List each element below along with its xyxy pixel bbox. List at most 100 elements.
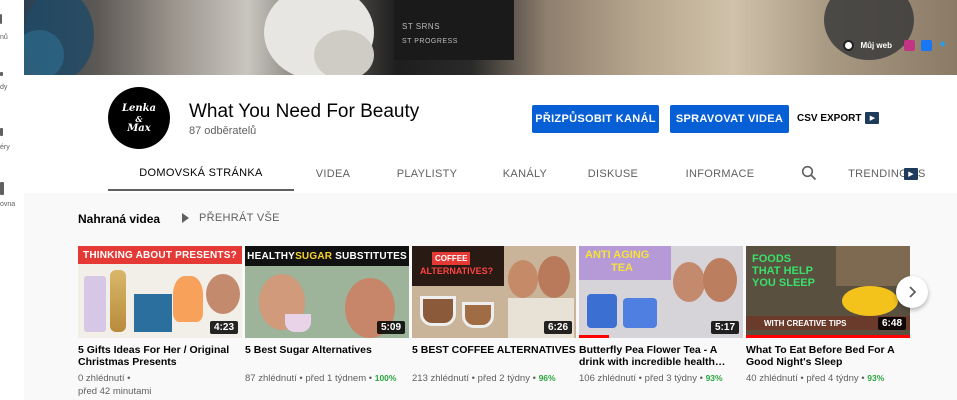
banner-product-text: ST SRNS [402,22,441,31]
banner-links: Můj web ✦ [843,40,949,51]
thumbnail-caption: WITH CREATIVE TIPS [764,319,847,328]
video-card[interactable]: FOODS THAT HELP YOU SLEEP WITH CREATIVE … [746,246,910,385]
thumbnail-caption: TEA [611,262,633,274]
history-icon [0,182,4,195]
thumbnail-object [173,276,203,322]
tab-home[interactable]: DOMOVSKÁ STRÁNKA [108,157,294,191]
tab-discussion[interactable]: DISKUSE [568,157,658,191]
tab-overflow[interactable]: S [918,157,928,191]
video-thumbnail[interactable]: THINKING ABOUT PRESENTS? 4:23 [78,246,242,338]
banner-seashell [314,30,374,75]
thumbnail-face [703,258,737,302]
banner-dark-object [824,0,914,60]
thumbnail-face [538,256,570,298]
video-meta: 0 zhlédnutí • před 42 minutami [78,373,152,397]
thumbnail-object [285,314,311,332]
like-percent: 100% [374,373,397,383]
manage-videos-button[interactable]: SPRAVOVAT VIDEA [670,105,789,133]
video-card[interactable]: COFFEE ALTERNATIVES? 6:26 5 BEST COFFEE … [412,246,576,385]
channel-header: Lenka & Max What You Need For Beauty 87 … [24,75,957,193]
watch-progress-bar [579,335,609,338]
twitter-icon[interactable]: ✦ [938,40,949,51]
thumbnail-caption: THINKING ABOUT PRESENTS? [78,246,242,264]
thumbnail-object [84,276,106,332]
search-icon[interactable] [801,165,817,181]
thumbnail-caption: THAT HELP [752,265,813,277]
mini-guide-label: nů [0,34,8,41]
video-meta: 213 zhlédnutí • před 2 týdny • 96% [412,373,556,384]
mini-guide-item-library[interactable]: éry [0,128,24,151]
mini-guide-item-trending[interactable]: nů [0,14,24,41]
thumbnail-object [462,302,494,328]
banner-link-label[interactable]: Můj web [860,41,892,50]
customize-channel-button[interactable]: PŘIZPŮSOBIT KANÁL [532,105,659,133]
mini-guide-label: dy [0,84,8,91]
thumbnail-caption: COFFEE [432,252,471,265]
tab-videos[interactable]: VIDEA [294,157,372,191]
thumbnail-face [508,260,538,298]
globe-icon[interactable] [843,40,855,51]
video-thumbnail[interactable]: COFFEE ALTERNATIVES? 6:26 [412,246,576,338]
play-icon [182,213,189,223]
video-duration: 6:48 [877,317,906,330]
mini-guide-label: éry [0,144,10,151]
video-title[interactable]: 5 BEST COFFEE ALTERNATIVES [412,344,576,368]
like-percent: 96% [538,373,556,383]
video-card[interactable]: THINKING ABOUT PRESENTS? 4:23 5 Gifts Id… [78,246,242,398]
view-count: 106 zhlédnutí [579,373,637,384]
video-thumbnail[interactable]: ANTI AGING TEA 5:17 [579,246,743,338]
thumbnail-caption: FOODS [752,253,792,265]
tab-channels[interactable]: KANÁLY [482,157,568,191]
play-all-label: PŘEHRÁT VŠE [199,212,280,224]
thumbnail-face [206,274,240,314]
channel-name: What You Need For Beauty [189,101,420,122]
upload-age: před 2 týdny [477,373,530,384]
thumbnail-object [420,296,456,326]
mini-guide-item-subscriptions[interactable]: dy [0,72,24,91]
tab-trending[interactable]: TRENDING [848,157,908,191]
video-duration: 5:09 [376,321,405,334]
watch-progress-bar [746,335,910,338]
video-meta: 40 zhlédnutí • před 4 týdny • 93% [746,373,885,384]
thumbnail-caption: HEALTHY SUGAR SUBSTITUTES [245,246,409,266]
banner-product-text: ST PROGRESS [402,38,458,45]
thumbnail-object [836,246,910,286]
video-card[interactable]: ANTI AGING TEA 5:17 Butterfly Pea Flower… [579,246,743,385]
subscriber-count: 87 odběratelů [189,125,257,137]
section-title: Nahraná videa [78,212,161,226]
video-thumbnail[interactable]: HEALTHY SUGAR SUBSTITUTES 5:09 [245,246,409,338]
video-title[interactable]: What To Eat Before Bed For A Good Night'… [746,344,910,368]
instagram-icon[interactable] [904,40,915,51]
tab-about[interactable]: INFORMACE [658,157,782,191]
channel-tabs: DOMOVSKÁ STRÁNKA VIDEA PLAYLISTY KANÁLY … [108,157,928,191]
library-icon [0,128,3,136]
upload-age: před 1 týdnem [305,373,367,384]
view-count: 87 zhlédnutí [245,373,297,384]
chevron-right-icon [909,286,917,298]
subscriptions-icon [0,72,3,76]
carousel-next-button[interactable] [896,276,928,308]
video-duration: 6:26 [543,321,572,334]
thumbnail-object [110,270,126,332]
thumbnail-face [673,262,705,302]
channel-banner: ST SRNS ST PROGRESS Můj web ✦ [24,0,957,75]
thumbnail-caption: YOU SLEEP [752,277,815,289]
video-title[interactable]: Butterfly Pea Flower Tea - A drink with … [579,344,743,368]
csv-export-button[interactable]: CSV EXPORT ▶ [797,112,880,124]
video-card[interactable]: HEALTHY SUGAR SUBSTITUTES 5:09 5 Best Su… [245,246,409,385]
video-title[interactable]: 5 Gifts Ideas For Her / Original Christm… [78,344,242,368]
upload-age: před 3 týdny [644,373,697,384]
video-title[interactable]: 5 Best Sugar Alternatives [245,344,409,368]
thumbnail-object [134,294,172,332]
mini-guide-item-history[interactable]: ovna [0,182,24,208]
video-duration: 5:17 [710,321,739,334]
avatar-text: Max [127,123,151,134]
view-count: 0 zhlédnutí [78,373,125,384]
play-all-button[interactable]: PŘEHRÁT VŠE [182,212,280,224]
facebook-icon[interactable] [921,40,932,51]
tab-playlists[interactable]: PLAYLISTY [372,157,482,191]
video-thumbnail[interactable]: FOODS THAT HELP YOU SLEEP WITH CREATIVE … [746,246,910,338]
thumbnail-caption-part: SUBSTITUTES [332,250,407,262]
upload-age: před 4 týdny [806,373,859,384]
avatar[interactable]: Lenka & Max [108,87,170,149]
